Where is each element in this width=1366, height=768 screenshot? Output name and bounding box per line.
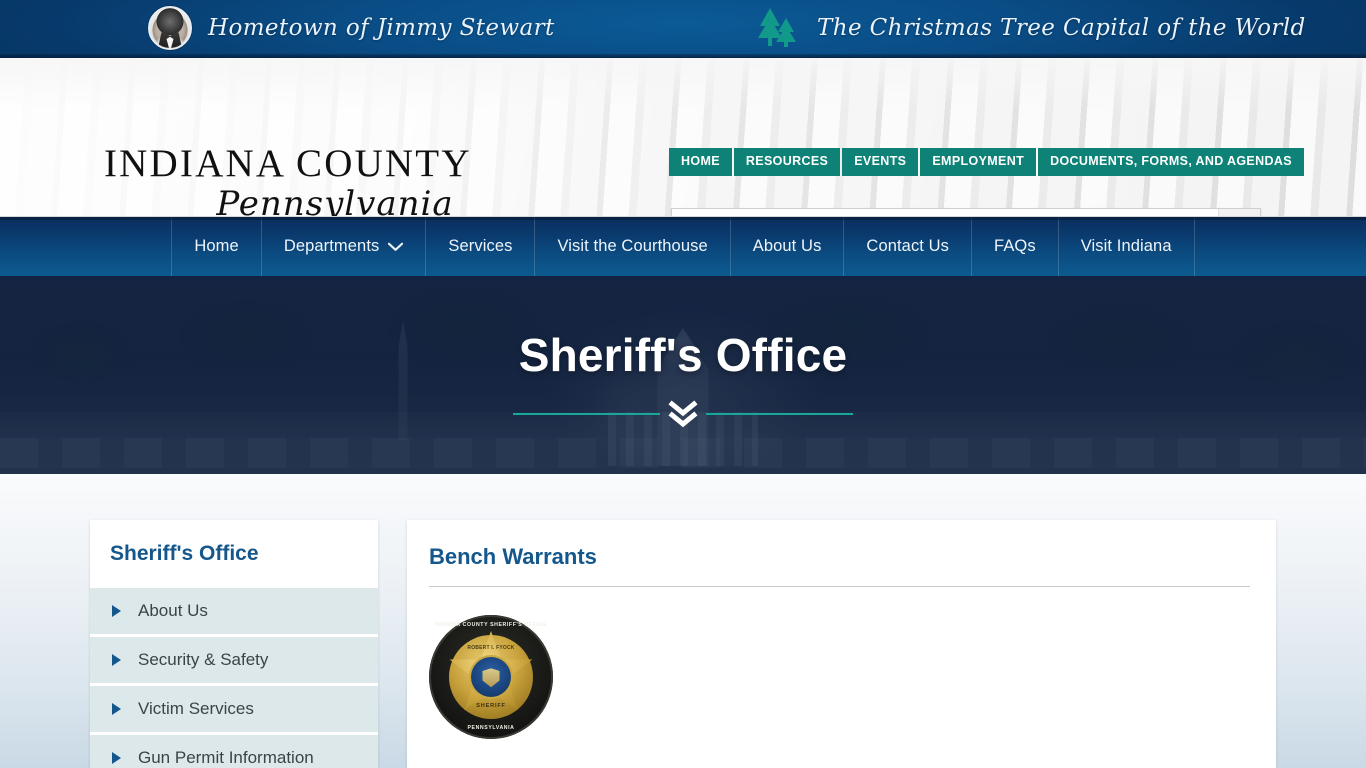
- triangle-bullet-icon: [112, 703, 121, 715]
- tagline-left-text: Hometown of Jimmy Stewart: [208, 15, 555, 41]
- tagline-jimmy-stewart: Hometown of Jimmy Stewart: [148, 6, 555, 50]
- page-title: Sheriff's Office: [518, 329, 848, 381]
- sidebar-item-gun-permit-information[interactable]: Gun Permit Information: [90, 735, 378, 768]
- nav-item-visit-the-courthouse[interactable]: Visit the Courthouse: [534, 217, 729, 276]
- sheriff-office-badge-image: ROBERT I. FYOCK SHERIFF INDIANA COUNTY S…: [429, 615, 553, 739]
- page-body: Sheriff's Office About Us Security & Saf…: [0, 474, 1366, 768]
- search-button[interactable]: [1218, 209, 1260, 216]
- site-header: INDIANA COUNTY Pennsylvania HOME RESOURC…: [0, 58, 1366, 217]
- nav-label: Departments: [283, 237, 380, 255]
- hero-banner: Sheriff's Office: [0, 276, 1366, 474]
- nav-item-visit-indiana[interactable]: Visit Indiana: [1057, 217, 1195, 276]
- sidebar-item-label: Victim Services: [138, 699, 254, 718]
- sidebar-item-label: About Us: [138, 601, 208, 620]
- nav-item-contact-us[interactable]: Contact Us: [843, 217, 971, 276]
- tagline-right-text: The Christmas Tree Capital of the World: [817, 15, 1306, 41]
- badge-ring-top-text: INDIANA COUNTY SHERIFF'S OFFICE: [434, 622, 548, 628]
- nav-label: FAQs: [994, 237, 1036, 255]
- triangle-bullet-icon: [112, 752, 121, 764]
- sidebar-item-security-and-safety[interactable]: Security & Safety: [90, 637, 378, 686]
- main-content-card: Bench Warrants ROBERT I. FYOCK SHERIFF I…: [407, 520, 1276, 768]
- badge-sheriff-name: ROBERT I. FYOCK: [467, 645, 515, 651]
- search-input[interactable]: [672, 209, 1218, 216]
- hero-rule-left: [513, 413, 661, 415]
- hero-divider: [513, 400, 854, 428]
- nav-label: Home: [194, 237, 239, 255]
- site-logo[interactable]: INDIANA COUNTY Pennsylvania: [104, 142, 472, 217]
- nav-item-about-us[interactable]: About Us: [729, 217, 844, 276]
- sidebar-item-label: Security & Safety: [138, 650, 269, 669]
- triangle-bullet-icon: [112, 654, 121, 666]
- quicklink-resources[interactable]: RESOURCES: [733, 148, 841, 176]
- logo-main-text: INDIANA COUNTY: [104, 142, 472, 185]
- chevron-down-icon: [388, 242, 404, 251]
- nav-label: About Us: [752, 237, 822, 255]
- sidebar-title: Sheriff's Office: [110, 542, 259, 565]
- badge-ring-bottom-text: PENNSYLVANIA: [467, 725, 515, 731]
- nav-label: Visit the Courthouse: [557, 237, 708, 255]
- badge-state-seal-icon: [471, 657, 511, 697]
- scroll-down-button[interactable]: [660, 400, 705, 428]
- nav-item-home[interactable]: Home: [171, 217, 260, 276]
- content-title: Bench Warrants: [429, 544, 597, 569]
- quicklink-home[interactable]: HOME: [669, 148, 732, 176]
- hero-content: Sheriff's Office: [0, 276, 1366, 474]
- sidebar: Sheriff's Office About Us Security & Saf…: [90, 520, 378, 768]
- nav-label: Contact Us: [866, 237, 950, 255]
- hero-rule-right: [705, 413, 854, 415]
- badge-sheriff-label: SHERIFF: [476, 703, 506, 709]
- content-row: Sheriff's Office About Us Security & Saf…: [0, 520, 1366, 768]
- main-navigation: Home Departments Services Visit the Cour…: [0, 217, 1366, 276]
- tagline-christmas-tree: The Christmas Tree Capital of the World: [755, 6, 1306, 50]
- nav-label: Services: [448, 237, 513, 255]
- search-bar: [671, 208, 1261, 216]
- top-tagline-banner: Hometown of Jimmy Stewart The Christmas …: [0, 0, 1366, 58]
- double-chevron-down-icon: [668, 400, 698, 428]
- nav-item-departments[interactable]: Departments: [260, 217, 426, 276]
- quicklinks-bar: HOME RESOURCES EVENTS EMPLOYMENT DOCUMEN…: [669, 148, 1304, 176]
- sidebar-item-victim-services[interactable]: Victim Services: [90, 686, 378, 735]
- sidebar-item-about-us[interactable]: About Us: [90, 588, 378, 637]
- nav-item-services[interactable]: Services: [425, 217, 534, 276]
- content-divider: [429, 586, 1250, 587]
- christmas-tree-icon: [758, 8, 796, 47]
- jimmy-stewart-portrait-icon: [148, 6, 192, 50]
- nav-label: Visit Indiana: [1080, 237, 1172, 255]
- quicklink-employment[interactable]: EMPLOYMENT: [920, 148, 1037, 176]
- nav-item-faqs[interactable]: FAQs: [971, 217, 1058, 276]
- sidebar-item-label: Gun Permit Information: [138, 748, 314, 767]
- logo-sub-text: Pennsylvania: [216, 184, 454, 217]
- quicklink-events[interactable]: EVENTS: [842, 148, 919, 176]
- quicklink-documents-forms-agendas[interactable]: DOCUMENTS, FORMS, AND AGENDAS: [1038, 148, 1304, 176]
- triangle-bullet-icon: [112, 605, 121, 617]
